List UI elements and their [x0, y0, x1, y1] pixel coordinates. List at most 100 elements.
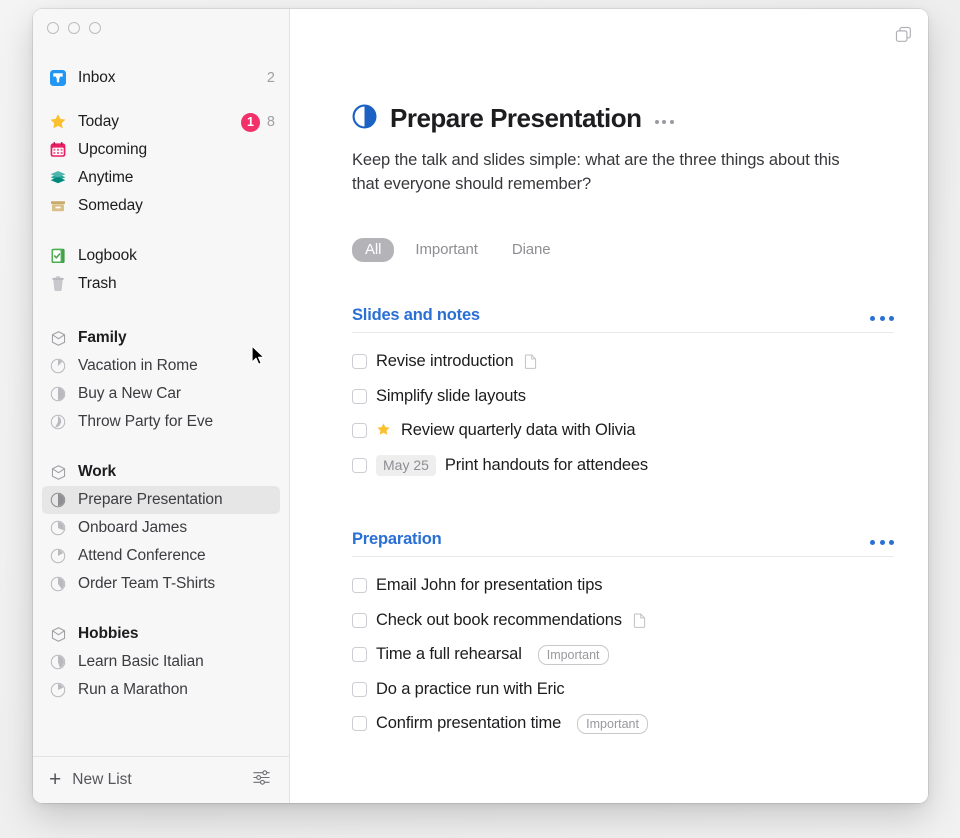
tag-badge: Important [537, 645, 609, 665]
dot [879, 315, 885, 321]
todo-list: Revise introduction Simplify slide layou… [352, 345, 894, 483]
checkbox[interactable] [352, 423, 367, 439]
new-list-button[interactable]: + New List [49, 769, 132, 790]
sidebar-project-buy-a-new-car[interactable]: Buy a New Car [33, 380, 289, 408]
checkbox[interactable] [352, 647, 367, 663]
duplicate-windows-icon[interactable] [892, 23, 914, 45]
todo-title: Simplify slide layouts [376, 386, 526, 405]
sidebar: Inbox 2 Today 1 8 Upcoming Anytime Somed… [33, 9, 290, 803]
sidebar-item-anytime[interactable]: Anytime [33, 164, 289, 192]
tag-badge: Important [577, 714, 648, 734]
sidebar-list: Inbox 2 Today 1 8 Upcoming Anytime Somed… [33, 47, 289, 756]
star-icon [376, 422, 391, 439]
list-item[interactable]: Review quarterly data with Olivia [352, 414, 894, 449]
status-badge: 1 [240, 112, 260, 132]
checkbox[interactable] [352, 612, 367, 628]
dot [889, 315, 894, 321]
checkbox[interactable] [352, 681, 367, 697]
layers-stack-icon [48, 168, 68, 188]
checkbox[interactable] [352, 578, 367, 594]
main-content: Prepare Presentation Keep the talk and s… [290, 9, 928, 803]
heading-group-slides-and-notes: Slides and notes Revise introduction Sim… [352, 306, 894, 483]
sidebar-project-throw-party-for-eve[interactable]: Throw Party for Eve [33, 408, 289, 436]
sidebar-project-label: Order Team T-Shirts [78, 575, 216, 592]
dot [669, 120, 674, 124]
list-item[interactable]: Confirm presentation time Important [352, 707, 894, 742]
minimize-window-button[interactable] [68, 22, 80, 34]
checkbox[interactable] [352, 457, 367, 473]
list-item[interactable]: Email John for presentation tips [352, 569, 894, 604]
list-item[interactable]: Time a full rehearsal Important [352, 638, 894, 673]
group-header: Preparation [352, 530, 894, 557]
note-document-icon [633, 613, 646, 628]
sidebar-item-meta: 2 [267, 70, 275, 86]
ellipsis-icon[interactable] [870, 315, 894, 321]
area-cube-icon [48, 462, 68, 482]
sidebar-item-label: Anytime [78, 169, 134, 186]
sidebar-project-learn-basic-italian[interactable]: Learn Basic Italian [33, 648, 289, 676]
sidebar-project-onboard-james[interactable]: Onboard James [33, 514, 289, 542]
sidebar-item-label: Today [78, 113, 119, 130]
sliders-settings-icon[interactable] [251, 767, 272, 793]
sidebar-item-meta: 1 8 [240, 112, 275, 132]
sidebar-project-label: Learn Basic Italian [78, 653, 204, 670]
sidebar-project-run-a-marathon[interactable]: Run a Marathon [33, 676, 289, 704]
ellipsis-icon[interactable] [654, 120, 674, 124]
list-item[interactable]: Simplify slide layouts [352, 379, 894, 414]
sidebar-project-label: Vacation in Rome [78, 357, 198, 374]
sidebar-project-prepare-presentation[interactable]: Prepare Presentation [42, 486, 280, 514]
sidebar-area-work[interactable]: Work [33, 458, 289, 486]
desktop-background: Inbox 2 Today 1 8 Upcoming Anytime Somed… [0, 0, 960, 838]
sidebar-project-attend-conference[interactable]: Attend Conference [33, 542, 289, 570]
dot [654, 120, 659, 124]
sidebar-item-inbox[interactable]: Inbox 2 [33, 64, 289, 92]
sidebar-area-hobbies[interactable]: Hobbies [33, 620, 289, 648]
star-icon [48, 112, 68, 132]
todo-list: Email John for presentation tips Check o… [352, 569, 894, 742]
close-window-button[interactable] [47, 22, 59, 34]
todo-title: Check out book recommendations [376, 610, 622, 629]
tag-filter-bar: All Important Diane [352, 237, 894, 262]
inbox-tray-icon [48, 68, 68, 88]
project-notes[interactable]: Keep the talk and slides simple: what ar… [352, 149, 867, 197]
list-item[interactable]: Do a practice run with Eric [352, 672, 894, 707]
sidebar-item-label: Upcoming [78, 141, 147, 158]
progress-circle-icon [48, 518, 68, 538]
sidebar-project-order-team-t-shirts[interactable]: Order Team T-Shirts [33, 570, 289, 598]
todo-title: Revise introduction [376, 352, 514, 371]
sidebar-area-label: Hobbies [78, 625, 139, 642]
todo-title: Print handouts for attendees [444, 455, 649, 474]
tab-all[interactable]: All [352, 237, 395, 262]
checkbox[interactable] [352, 388, 367, 404]
sidebar-area-family[interactable]: Family [33, 324, 289, 352]
sidebar-project-vacation-in-rome[interactable]: Vacation in Rome [33, 352, 289, 380]
area-cube-icon [48, 328, 68, 348]
progress-circle-blue-icon[interactable] [352, 104, 377, 134]
sidebar-item-logbook[interactable]: Logbook [33, 242, 289, 270]
todo-title: Email John for presentation tips [376, 576, 603, 595]
maximize-window-button[interactable] [89, 22, 101, 34]
sidebar-item-label: Inbox [78, 69, 116, 86]
area-cube-icon [48, 624, 68, 644]
list-item[interactable]: May 25 Print handouts for attendees [352, 448, 894, 483]
progress-circle-icon [48, 546, 68, 566]
tab-diane[interactable]: Diane [499, 238, 564, 262]
trash-icon [48, 274, 68, 294]
heading-group-preparation: Preparation Email John for presentation … [352, 530, 894, 742]
sidebar-item-today[interactable]: Today 1 8 [33, 108, 289, 136]
dot [662, 120, 667, 124]
sidebar-item-trash[interactable]: Trash [33, 270, 289, 298]
sidebar-item-someday[interactable]: Someday [33, 192, 289, 220]
todo-title: Time a full rehearsal [376, 645, 522, 664]
archive-box-icon [48, 196, 68, 216]
sidebar-project-label: Buy a New Car [78, 385, 181, 402]
list-item[interactable]: Revise introduction [352, 345, 894, 380]
list-item[interactable]: Check out book recommendations [352, 603, 894, 638]
tab-important[interactable]: Important [402, 238, 490, 262]
sidebar-item-upcoming[interactable]: Upcoming [33, 136, 289, 164]
sidebar-area-label: Family [78, 329, 127, 346]
checkbox[interactable] [352, 716, 367, 732]
checkbox[interactable] [352, 354, 367, 370]
ellipsis-icon[interactable] [870, 539, 894, 545]
